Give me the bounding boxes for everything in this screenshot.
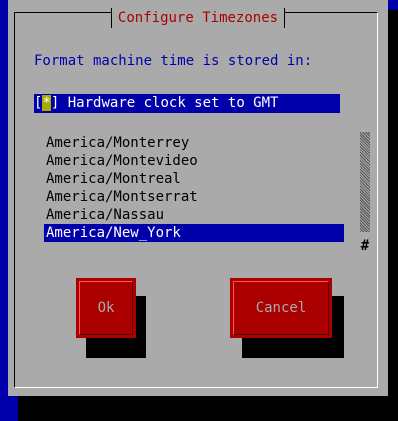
cancel-button[interactable]: Cancel: [230, 278, 332, 338]
timezone-item-monterrey[interactable]: America/Monterrey: [44, 134, 344, 152]
gmt-checkbox[interactable]: [*] Hardware clock set to GMT: [34, 94, 340, 113]
scroll-thumb[interactable]: #: [360, 238, 370, 254]
timezone-item-montevideo[interactable]: America/Montevideo: [44, 152, 344, 170]
list-scrollbar[interactable]: [360, 132, 370, 232]
format-prompt: Format machine time is stored in:: [34, 53, 313, 69]
cancel-button-label: Cancel: [255, 300, 307, 316]
dialog-shadow-bottom: [18, 396, 398, 421]
timezone-item-montserrat[interactable]: America/Montserrat: [44, 188, 344, 206]
timezone-list[interactable]: America/Monterrey America/Montevideo Ame…: [44, 134, 344, 242]
ok-button-face: Ok: [79, 281, 133, 335]
ok-button-label: Ok: [97, 300, 115, 316]
dialog-shadow-right: [388, 10, 398, 421]
checkbox-mark: *: [42, 95, 51, 111]
timezone-item-montreal[interactable]: America/Montreal: [44, 170, 344, 188]
dialog-title-bar: Configure Timezones: [8, 8, 388, 28]
cancel-button-face: Cancel: [233, 281, 329, 335]
gmt-checkbox-label: Hardware clock set to GMT: [59, 95, 279, 111]
timezone-dialog: Configure Timezones Format machine time …: [8, 0, 388, 396]
ok-button[interactable]: Ok: [76, 278, 136, 338]
dialog-title: Configure Timezones: [110, 8, 286, 28]
timezone-item-new-york[interactable]: America/New_York: [44, 224, 344, 242]
timezone-item-nassau[interactable]: America/Nassau: [44, 206, 344, 224]
